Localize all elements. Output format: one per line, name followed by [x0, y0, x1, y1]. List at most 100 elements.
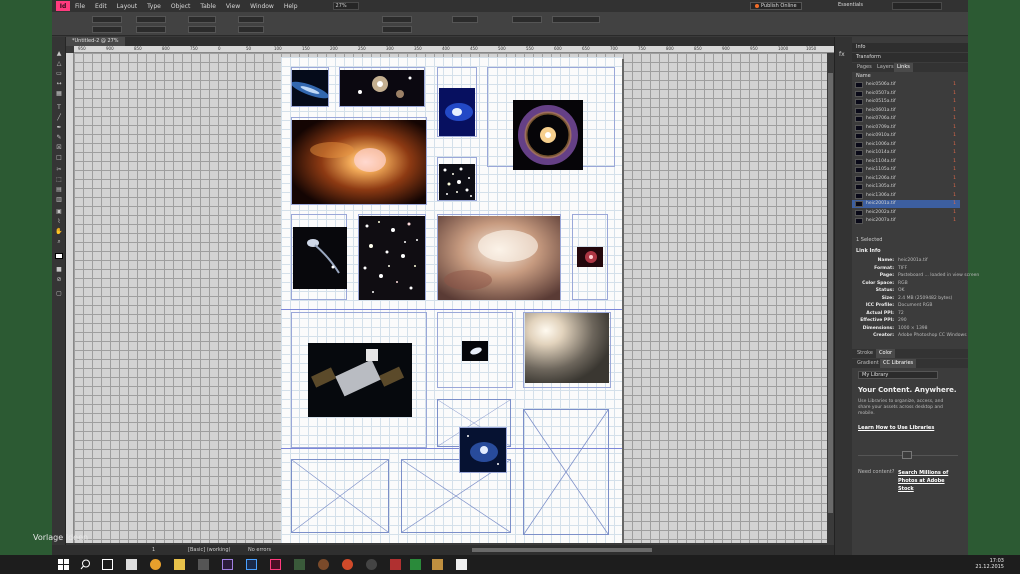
tab-cc-libraries[interactable]: CC Libraries [880, 359, 917, 368]
windows-start-icon[interactable] [58, 559, 69, 570]
link-row[interactable]: heic0910a.tif 1 [852, 132, 960, 140]
rectangle-frame-tool-icon[interactable]: ☒ [55, 145, 63, 151]
height-field[interactable] [136, 26, 166, 33]
app-icon[interactable] [456, 559, 467, 570]
menu-object[interactable]: Object [166, 3, 196, 10]
scale-x-field[interactable] [188, 16, 216, 23]
menu-window[interactable]: Window [245, 3, 279, 10]
excel-icon[interactable] [410, 559, 421, 570]
search-icon[interactable] [80, 559, 91, 570]
app-icon[interactable] [294, 559, 305, 570]
image-frame[interactable] [572, 214, 608, 300]
horizontal-scroll-thumb[interactable] [472, 548, 652, 552]
shear-field[interactable] [238, 26, 264, 33]
app-icon[interactable] [222, 559, 233, 570]
link-row[interactable]: heic1105a.tif 1 [852, 166, 960, 174]
width-field[interactable] [136, 16, 166, 23]
vertical-ruler[interactable] [66, 53, 74, 543]
link-info-title[interactable]: Link Info [856, 248, 881, 254]
gap-tool-icon[interactable]: ↔ [55, 81, 63, 87]
link-row[interactable]: heic0706a.tif 1 [852, 115, 960, 123]
workspace-switcher[interactable]: Essentials [838, 2, 863, 8]
vertical-scroll-thumb[interactable] [828, 73, 833, 513]
task-view-icon[interactable] [102, 559, 113, 570]
image-frame[interactable] [437, 67, 477, 137]
eyedropper-tool-icon[interactable]: ⌇ [55, 219, 63, 225]
vertical-scrollbar[interactable] [827, 53, 834, 543]
tab-stroke[interactable]: Stroke [854, 349, 876, 358]
image-frame[interactable] [291, 214, 347, 300]
library-select[interactable]: My Library [858, 371, 938, 379]
selection-tool-icon[interactable]: ▲ [55, 51, 63, 57]
link-row[interactable]: heic2002a.tif 1 [852, 209, 960, 217]
menu-help[interactable]: Help [279, 3, 303, 10]
object-style-select[interactable] [552, 16, 600, 23]
y-position-field[interactable] [92, 26, 122, 33]
link-row[interactable]: heic2001a.tif 1 [852, 200, 960, 208]
link-row[interactable]: heic1206a.tif 1 [852, 175, 960, 183]
image-frame[interactable] [339, 67, 425, 107]
image-frame[interactable] [437, 312, 513, 388]
gradient-feather-tool-icon[interactable]: ▥ [55, 197, 63, 203]
gradient-tool-icon[interactable]: ▤ [55, 187, 63, 193]
link-row[interactable]: heic1305a.tif 1 [852, 183, 960, 191]
tab-links[interactable]: Links [894, 63, 913, 72]
scissors-tool-icon[interactable]: ✂ [55, 167, 63, 173]
publish-online-button[interactable]: Publish Online [750, 2, 802, 10]
x-position-field[interactable] [92, 16, 122, 23]
link-row[interactable]: heic1014a.tif 1 [852, 149, 960, 157]
empty-graphic-frame[interactable] [523, 409, 609, 535]
link-row[interactable]: heic1104a.tif 1 [852, 158, 960, 166]
rotation-field[interactable] [238, 16, 264, 23]
chrome-icon[interactable] [150, 559, 161, 570]
transform-panel-header[interactable]: Transform [852, 53, 968, 62]
pencil-tool-icon[interactable]: ✎ [55, 135, 63, 141]
app-icon[interactable] [342, 559, 353, 570]
stroke-swatch[interactable] [382, 26, 412, 33]
type-tool-icon[interactable]: T [55, 105, 63, 111]
menu-file[interactable]: File [70, 3, 90, 10]
app-icon[interactable] [390, 559, 401, 570]
fill-stroke-icon[interactable] [55, 253, 63, 259]
app-icon[interactable] [366, 559, 377, 570]
apply-none-icon[interactable]: ⊘ [55, 277, 63, 283]
menu-view[interactable]: View [221, 3, 245, 10]
menu-type[interactable]: Type [142, 3, 166, 10]
tab-pages[interactable]: Pages [854, 63, 875, 72]
rectangle-tool-icon[interactable]: □ [55, 155, 63, 161]
opacity-field[interactable] [512, 16, 542, 23]
menu-edit[interactable]: Edit [90, 3, 112, 10]
zoom-level-field[interactable]: 27% [332, 2, 359, 10]
link-row[interactable]: heic0515a.tif 1 [852, 98, 960, 106]
system-tray-clock[interactable]: 17:03 21.12.2015 [975, 558, 1004, 570]
link-row[interactable]: heic0507a.tif 1 [852, 90, 960, 98]
tab-color[interactable]: Color [876, 349, 896, 358]
image-frame[interactable] [487, 67, 615, 170]
photoshop-icon[interactable] [246, 559, 257, 570]
content-collector-icon[interactable]: ▦ [55, 91, 63, 97]
link-row[interactable]: heic2007a.tif 1 [852, 217, 960, 225]
horizontal-ruler[interactable]: 950 900 850 800 750 0 50 100 150 200 250 300 350 400 4… [74, 46, 834, 53]
app-icon[interactable] [432, 559, 443, 570]
screen-mode-icon[interactable]: ▢ [55, 291, 63, 297]
image-frame[interactable] [291, 117, 427, 205]
fill-swatch[interactable] [382, 16, 412, 23]
links-name-column[interactable]: Name [856, 73, 871, 79]
link-row[interactable]: heic0506a.tif 1 [852, 81, 960, 89]
zoom-tool-icon[interactable]: ⌕ [55, 239, 63, 245]
image-frame[interactable] [291, 67, 329, 107]
link-row[interactable]: heic1306a.tif 1 [852, 192, 960, 200]
learn-libraries-link[interactable]: Learn How to Use Libraries [858, 425, 934, 431]
line-tool-icon[interactable]: ╱ [55, 115, 63, 121]
note-tool-icon[interactable]: ▣ [55, 209, 63, 215]
empty-graphic-frame[interactable] [291, 459, 389, 533]
preflight-profile[interactable]: [Basic] (working) [188, 547, 230, 553]
page-tool-icon[interactable]: ▭ [55, 71, 63, 77]
document-tab[interactable]: *Untitled-2 @ 27% [66, 37, 125, 46]
document-page[interactable] [281, 57, 622, 543]
link-row[interactable]: heic1006a.tif 1 [852, 141, 960, 149]
free-transform-tool-icon[interactable]: ⬚ [55, 177, 63, 183]
page-number-field[interactable]: 1 [152, 547, 155, 553]
store-icon[interactable] [198, 559, 209, 570]
info-panel-header[interactable]: Info [852, 43, 968, 52]
